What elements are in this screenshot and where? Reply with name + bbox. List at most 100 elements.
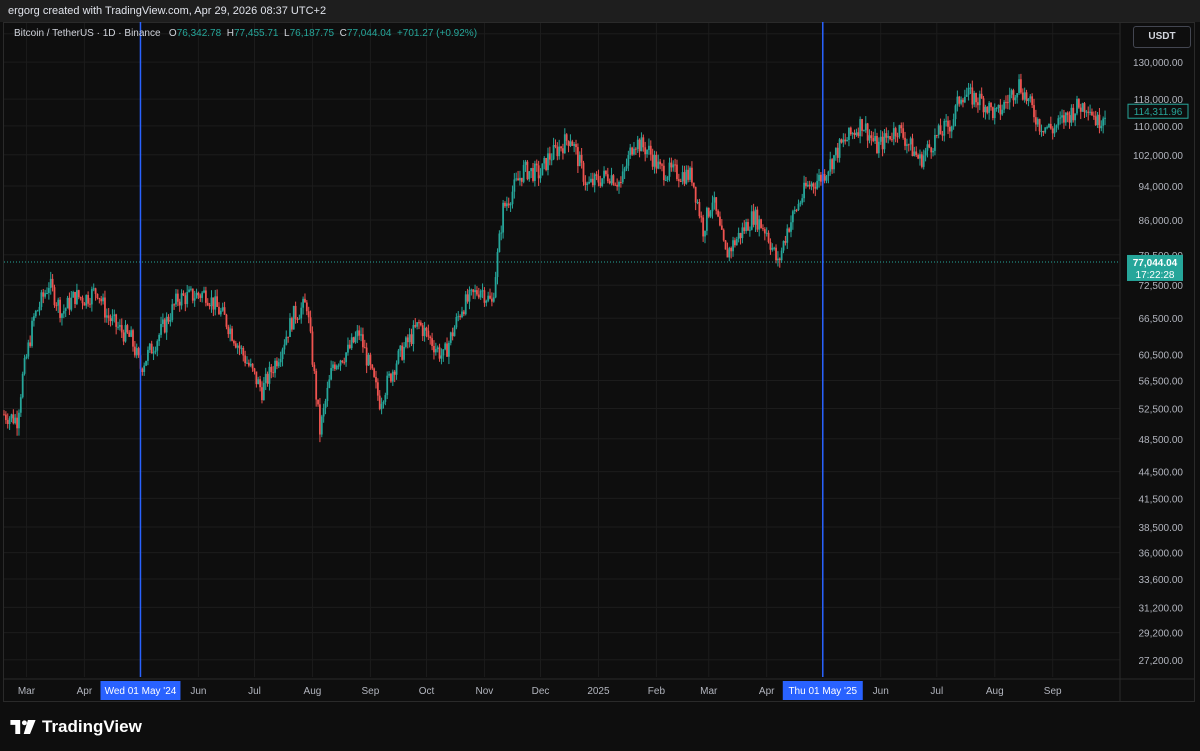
candle-body xyxy=(126,325,129,333)
candle-body xyxy=(861,119,863,131)
candle-body xyxy=(96,293,99,299)
currency-button[interactable]: USDT xyxy=(1133,26,1191,48)
candle-body xyxy=(376,382,379,396)
candle-body xyxy=(322,407,325,417)
candle-body xyxy=(330,368,333,380)
candle-body xyxy=(1042,131,1045,133)
candle-body xyxy=(33,316,35,321)
candle-body xyxy=(677,179,680,182)
candle-body xyxy=(1072,107,1075,121)
candlestick-chart[interactable]: 140,000.00130,000.00118,000.00110,000.00… xyxy=(0,0,1200,702)
candle-body xyxy=(618,181,620,187)
candle-body xyxy=(206,302,209,306)
candle-body xyxy=(627,155,630,166)
candle-body xyxy=(911,138,914,157)
candle-body xyxy=(593,174,596,186)
candle-body xyxy=(857,132,860,137)
candle-body xyxy=(780,250,783,261)
candle-body xyxy=(541,163,544,176)
candle-body xyxy=(440,355,443,359)
candle-body xyxy=(1010,90,1013,95)
candle-body xyxy=(1036,119,1039,125)
candle-body xyxy=(304,298,306,303)
candle-body xyxy=(502,202,505,233)
y-tick-label: 44,500.00 xyxy=(1139,468,1184,479)
candle-body xyxy=(745,222,748,232)
candle-body xyxy=(1018,79,1020,94)
candle-body xyxy=(240,347,243,349)
candle-body xyxy=(576,147,579,167)
candle-body xyxy=(919,154,921,159)
y-tick-label: 130,000.00 xyxy=(1133,58,1183,69)
candle-body xyxy=(621,171,624,183)
candle-body xyxy=(952,119,955,127)
candle-body xyxy=(567,140,570,146)
candle-body xyxy=(737,232,740,240)
candle-body xyxy=(317,399,319,405)
candle-body xyxy=(696,202,699,204)
candle-body xyxy=(1044,127,1047,133)
candle-body xyxy=(887,136,890,138)
candle-body xyxy=(261,387,263,401)
candle-body xyxy=(735,239,738,246)
y-tick-label: 48,500.00 xyxy=(1139,435,1184,446)
candle-body xyxy=(648,145,650,150)
candle-body xyxy=(259,379,262,388)
candle-body xyxy=(762,228,764,230)
candle-body xyxy=(945,120,948,122)
candle-body xyxy=(827,171,830,177)
y-tick-label: 38,500.00 xyxy=(1139,523,1184,534)
candle-body xyxy=(1034,117,1037,125)
candle-body xyxy=(595,174,598,176)
candle-body xyxy=(978,93,981,106)
candle-body xyxy=(8,418,11,425)
candle-body xyxy=(1027,98,1030,102)
candle-body xyxy=(990,102,992,108)
candle-body xyxy=(474,290,476,293)
candle-body xyxy=(397,350,400,364)
candle-body xyxy=(130,330,133,337)
candle-body xyxy=(76,290,78,304)
candle-body xyxy=(341,360,344,363)
candle-body xyxy=(634,148,637,150)
candle-body xyxy=(145,360,147,366)
candle-body xyxy=(547,153,549,171)
candle-body xyxy=(1091,111,1093,116)
candle-body xyxy=(218,306,220,315)
candle-body xyxy=(281,349,284,360)
candle-body xyxy=(339,360,342,366)
legend-symbol: Bitcoin / TetherUS · 1D · Binance xyxy=(14,28,161,39)
candle-body xyxy=(225,314,228,327)
candle-body xyxy=(775,247,777,261)
candles-group xyxy=(3,73,1106,443)
candle-body xyxy=(203,290,205,293)
candle-body xyxy=(532,168,534,181)
candle-body xyxy=(935,135,938,137)
candle-body xyxy=(1012,90,1015,101)
candle-body xyxy=(782,241,785,251)
candle-body xyxy=(924,150,927,156)
tradingview-logo[interactable]: TradingView xyxy=(10,716,142,738)
candle-body xyxy=(128,332,131,337)
candle-body xyxy=(707,207,710,217)
candle-body xyxy=(479,290,482,298)
candle-body xyxy=(507,203,510,206)
candle-body xyxy=(124,325,127,342)
candle-body xyxy=(1059,117,1062,119)
candle-body xyxy=(859,119,862,137)
candle-body xyxy=(283,344,286,350)
candle-body xyxy=(864,123,867,131)
candle-body xyxy=(713,197,716,203)
candle-body xyxy=(408,334,411,343)
candle-body xyxy=(1063,115,1065,123)
candle-body xyxy=(182,293,185,296)
candle-body xyxy=(664,180,667,182)
candle-body xyxy=(191,288,194,301)
candle-body xyxy=(584,181,587,186)
candle-body xyxy=(560,146,562,149)
candle-body xyxy=(257,379,260,385)
candle-body xyxy=(605,170,607,175)
candle-body xyxy=(967,87,970,95)
candle-body xyxy=(862,130,865,132)
candle-body xyxy=(902,128,905,138)
